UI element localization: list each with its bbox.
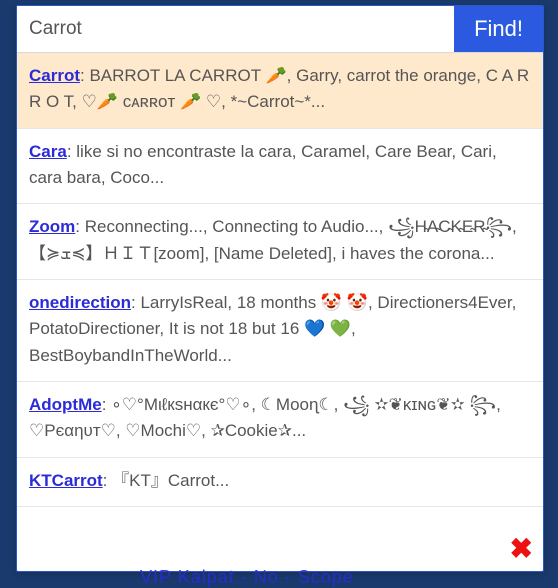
result-term-link[interactable]: onedirection xyxy=(29,293,131,312)
result-term-link[interactable]: AdoptMe xyxy=(29,395,102,414)
search-input[interactable] xyxy=(17,6,454,52)
result-item: Cara: like si no encontraste la cara, Ca… xyxy=(17,129,543,205)
result-term-link[interactable]: Carrot xyxy=(29,66,80,85)
background-text: VIP Kalpat · No · Scope xyxy=(140,567,354,588)
result-item: AdoptMe: ∘♡°Mιℓкѕнαкє°♡∘, ☾Mooɳ☾, ꧁ ✫❦ᴋɪ… xyxy=(17,382,543,458)
result-term-link[interactable]: KTCarrot xyxy=(29,471,103,490)
result-text: : BARROT LA CARROT 🥕, Garry, carrot the … xyxy=(29,66,529,111)
result-term-link[interactable]: Zoom xyxy=(29,217,75,236)
result-text: : 『KT』Carrot... xyxy=(103,471,230,490)
find-button[interactable]: Find! xyxy=(454,6,543,52)
search-bar: Find! xyxy=(17,6,543,53)
result-item: KTCarrot: 『KT』Carrot... xyxy=(17,458,543,507)
result-item: onedirection: LarryIsReal, 18 months 🤡 🤡… xyxy=(17,280,543,382)
result-term-link[interactable]: Cara xyxy=(29,142,67,161)
result-text: : Reconnecting..., Connecting to Audio..… xyxy=(29,217,517,262)
result-text: : like si no encontraste la cara, Carame… xyxy=(29,142,497,187)
result-item: Zoom: Reconnecting..., Connecting to Aud… xyxy=(17,204,543,280)
close-icon[interactable]: ✖ xyxy=(510,532,533,565)
search-panel: Find! Carrot: BARROT LA CARROT 🥕, Garry,… xyxy=(16,5,544,572)
results-list: Carrot: BARROT LA CARROT 🥕, Garry, carro… xyxy=(17,53,543,571)
result-item: Carrot: BARROT LA CARROT 🥕, Garry, carro… xyxy=(17,53,543,129)
